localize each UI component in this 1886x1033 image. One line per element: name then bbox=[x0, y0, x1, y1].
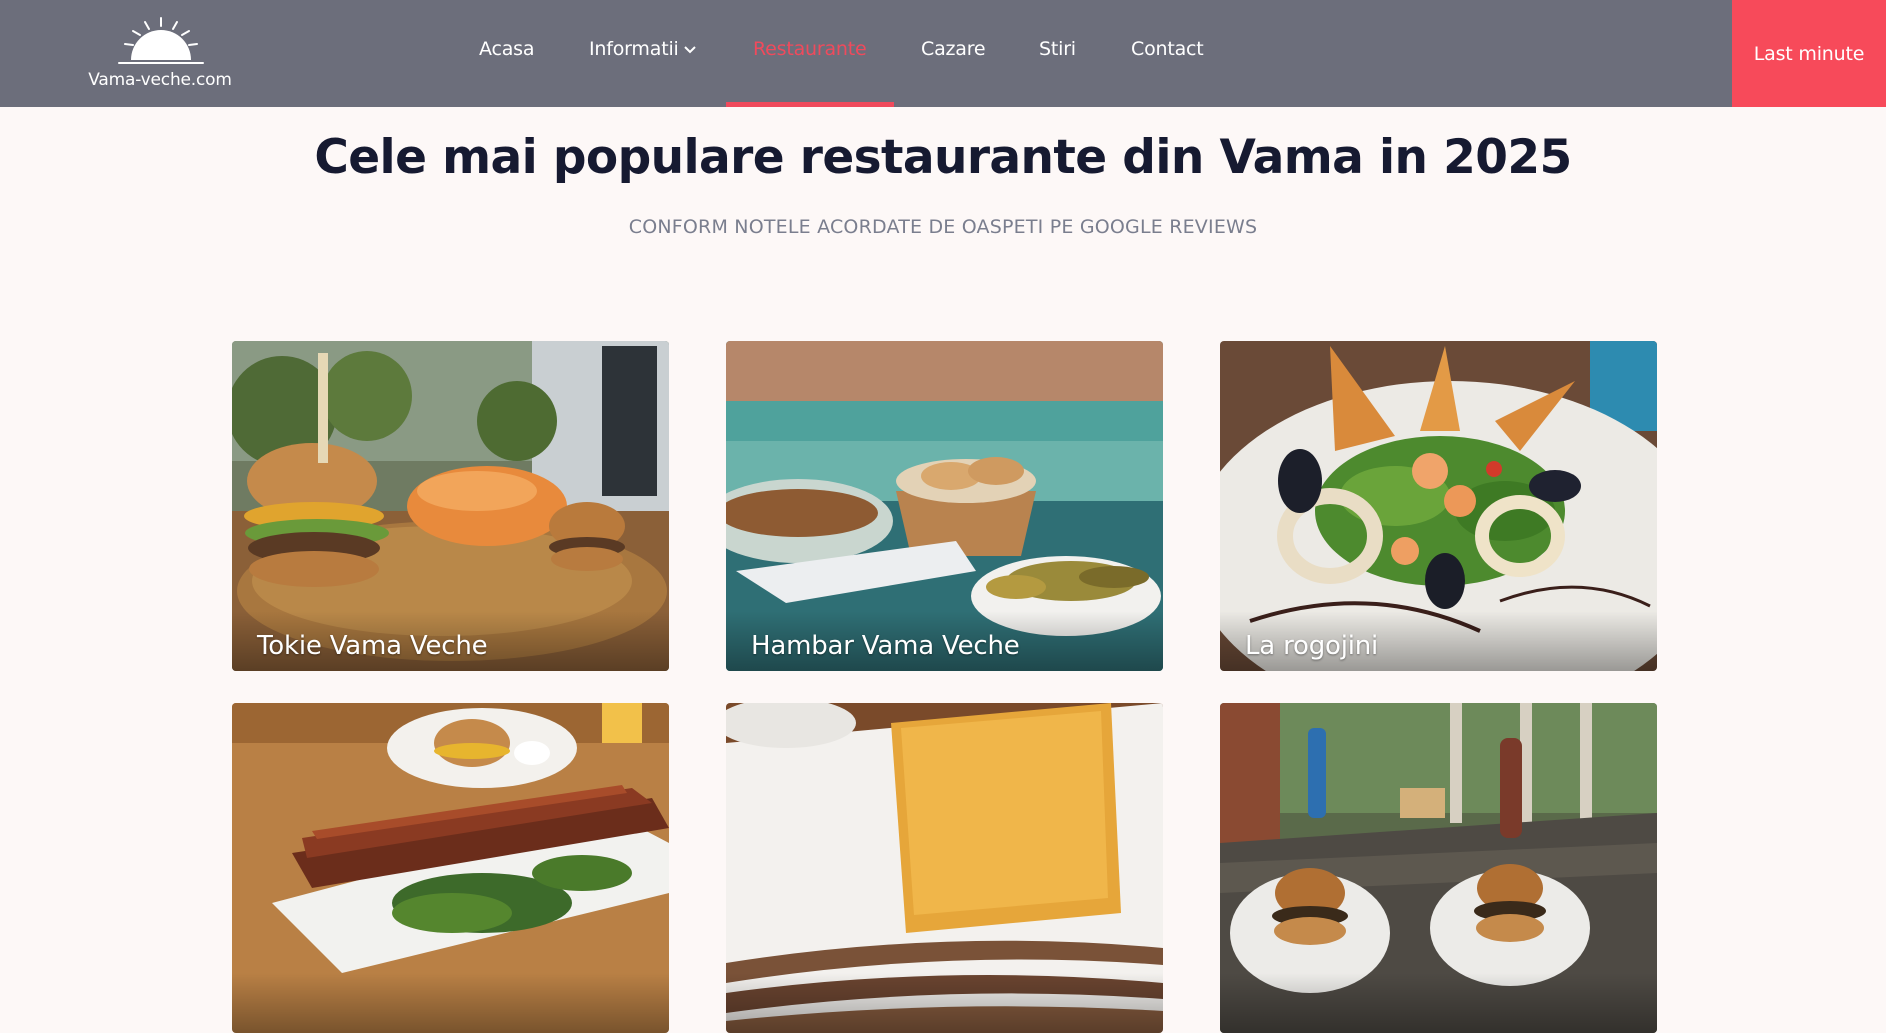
site-header: Vama-veche.com Acasa Informatii Restaura… bbox=[0, 0, 1886, 107]
restaurant-name: Hambar Vama Veche bbox=[751, 631, 1020, 661]
page-title: Cele mai populare restaurante din Vama i… bbox=[314, 130, 1572, 185]
restaurant-card[interactable]: Tokie Vama Veche bbox=[232, 341, 669, 671]
nav-item-home[interactable]: Acasa bbox=[479, 38, 534, 60]
nav-item-info-label: Informatii bbox=[589, 38, 679, 60]
nav-item-contact[interactable]: Contact bbox=[1131, 38, 1204, 60]
restaurant-card[interactable]: Hambar Vama Veche bbox=[726, 341, 1163, 671]
restaurant-name: Tokie Vama Veche bbox=[257, 631, 488, 661]
site-logo[interactable]: Vama-veche.com bbox=[75, 14, 245, 94]
last-minute-button[interactable]: Last minute bbox=[1732, 0, 1886, 107]
restaurant-name: La rogojini bbox=[1245, 631, 1379, 661]
active-nav-indicator bbox=[726, 102, 894, 107]
restaurant-card[interactable] bbox=[232, 703, 669, 1033]
restaurant-card[interactable] bbox=[726, 703, 1163, 1033]
logo-text: Vama-veche.com bbox=[88, 70, 232, 90]
chevron-down-icon bbox=[683, 45, 696, 53]
page-subtitle: CONFORM NOTELE ACORDATE DE OASPETI PE GO… bbox=[628, 216, 1258, 238]
nav-item-lodging[interactable]: Cazare bbox=[921, 38, 986, 60]
card-caption-overlay bbox=[1220, 973, 1657, 1033]
card-caption-overlay bbox=[232, 973, 669, 1033]
nav-item-info[interactable]: Informatii bbox=[589, 38, 696, 60]
sunrise-logo-icon bbox=[118, 17, 204, 64]
restaurant-card[interactable] bbox=[1220, 703, 1657, 1033]
nav-item-news[interactable]: Stiri bbox=[1039, 38, 1076, 60]
card-caption-overlay bbox=[726, 973, 1163, 1033]
nav-item-restaurants[interactable]: Restaurante bbox=[753, 38, 867, 60]
restaurant-card[interactable]: La rogojini bbox=[1220, 341, 1657, 671]
